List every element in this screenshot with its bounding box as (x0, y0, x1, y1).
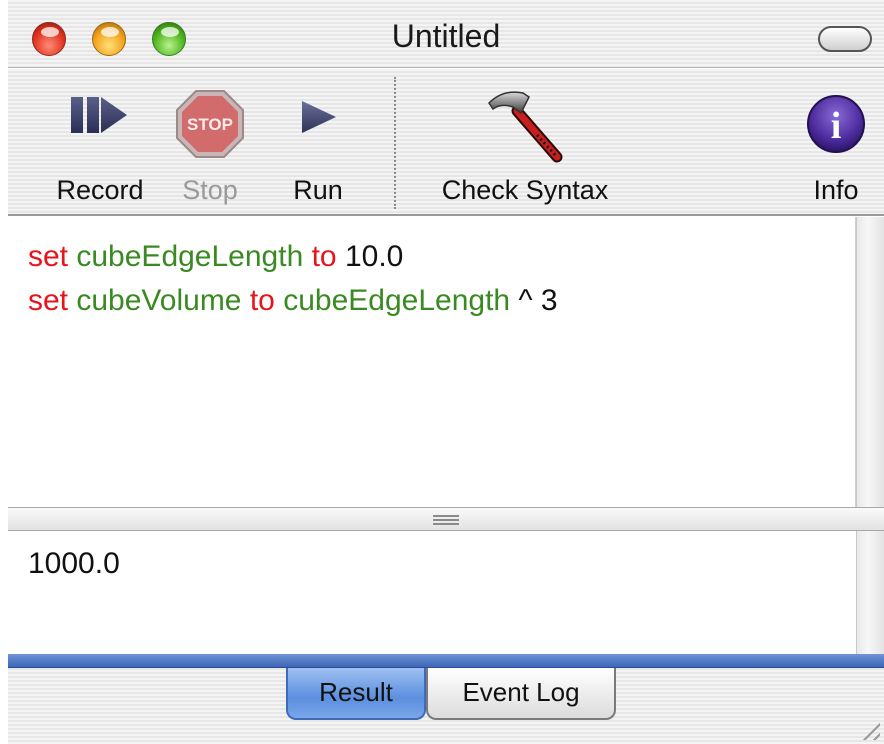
run-button[interactable]: Run (278, 69, 358, 216)
editor-scrollbar[interactable] (856, 217, 884, 507)
script-code: set cubeEdgeLength to 10.0 set cubeVolume… (28, 235, 558, 323)
stop-icon-text: STOP (187, 115, 233, 134)
keyword-set: set (28, 284, 69, 317)
title-bar[interactable]: Untitled (8, 0, 884, 68)
keyword-set: set (28, 240, 69, 273)
variable-name: cubeEdgeLength (283, 284, 511, 317)
keyword-to: to (311, 240, 337, 273)
run-label: Run (293, 175, 343, 205)
variable-name: cubeEdgeLength (76, 240, 304, 273)
check-syntax-label: Check Syntax (441, 175, 609, 205)
literal-value: 10.0 (344, 240, 404, 273)
script-editor-window: Untitled Record STOP Stop Run Check Synt… (8, 0, 884, 744)
stop-icon: STOP (175, 89, 245, 164)
operator-expression: ^ 3 (518, 284, 558, 317)
code-line-1: set cubeEdgeLength to 10.0 (28, 235, 558, 279)
result-value: 1000.0 (28, 547, 120, 580)
script-editor[interactable]: set cubeEdgeLength to 10.0 set cubeVolume… (8, 217, 856, 507)
record-button[interactable]: Record (30, 69, 170, 216)
toolbar-toggle-button[interactable] (818, 26, 872, 52)
stop-button[interactable]: STOP Stop (172, 69, 248, 216)
code-line-2: set cubeVolume to cubeEdgeLength ^ 3 (28, 279, 558, 323)
toolbar-separator (394, 77, 396, 209)
tab-event-log[interactable]: Event Log (426, 668, 616, 720)
variable-name: cubeVolume (76, 284, 242, 317)
result-pane[interactable]: 1000.0 (8, 531, 856, 654)
keyword-to: to (249, 284, 275, 317)
pane-splitter[interactable] (8, 507, 884, 531)
check-syntax-button[interactable]: Check Syntax (422, 69, 628, 216)
splitter-grip-icon (433, 515, 459, 527)
info-button[interactable]: i Info (796, 69, 876, 216)
window-title: Untitled (391, 18, 501, 54)
stop-label: Stop (182, 175, 238, 205)
info-icon: i (805, 93, 867, 160)
record-label: Record (56, 175, 144, 205)
hammer-icon (483, 83, 567, 172)
record-icon (67, 91, 133, 144)
info-icon-text: i (831, 105, 842, 147)
result-scrollbar[interactable] (856, 531, 884, 654)
resize-grip-icon[interactable] (858, 718, 880, 740)
tab-result[interactable]: Result (286, 668, 426, 720)
bottom-tab-bar: Result Event Log (8, 654, 884, 744)
run-icon (296, 99, 340, 140)
toolbar: Record STOP Stop Run Check Syntax i Info (8, 69, 884, 216)
info-label: Info (813, 175, 859, 205)
tab-bar-accent (8, 654, 884, 668)
